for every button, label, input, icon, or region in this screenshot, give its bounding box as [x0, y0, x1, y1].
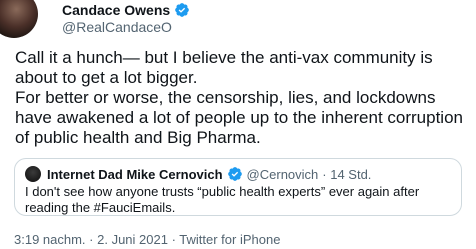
tweet-time[interactable]: 3:19 nachm.: [14, 232, 86, 247]
tweet-body: Call it a hunch— but I believe the anti-…: [15, 48, 470, 148]
author-handle[interactable]: @RealCandaceO: [62, 19, 172, 35]
tweet-text-line: For better or worse, the censorship, lie…: [15, 88, 463, 147]
quoted-tweet-time: · 14 Std.: [322, 166, 372, 182]
quoted-tweet-card[interactable]: Internet Dad Mike Cernovich @Cernovich ·…: [14, 158, 462, 216]
tweet-text-line: Call it a hunch— but I believe the anti-…: [15, 48, 433, 87]
author-name-row[interactable]: Candace Owens: [62, 2, 190, 18]
author-display-name[interactable]: Candace Owens: [62, 2, 170, 18]
tweet-header: Candace Owens @RealCandaceO: [0, 0, 476, 38]
verified-badge-icon: [227, 167, 242, 181]
tweet-footer: 3:19 nachm. · 2. Juni 2021 · Twitter for…: [14, 232, 280, 247]
author-avatar[interactable]: [0, 0, 38, 38]
quoted-tweet-header: Internet Dad Mike Cernovich @Cernovich ·…: [25, 166, 371, 182]
quoted-author-name: Internet Dad Mike Cernovich: [47, 166, 223, 182]
quoted-tweet-text: I don't see how anyone trusts “public he…: [25, 184, 420, 215]
quoted-author-avatar: [25, 166, 41, 182]
verified-badge-icon: [175, 3, 189, 17]
tweet-client[interactable]: · Twitter for iPhone: [172, 232, 281, 247]
quoted-author-handle: @Cernovich: [246, 166, 319, 182]
tweet-date[interactable]: · 2. Juni 2021: [89, 232, 168, 247]
